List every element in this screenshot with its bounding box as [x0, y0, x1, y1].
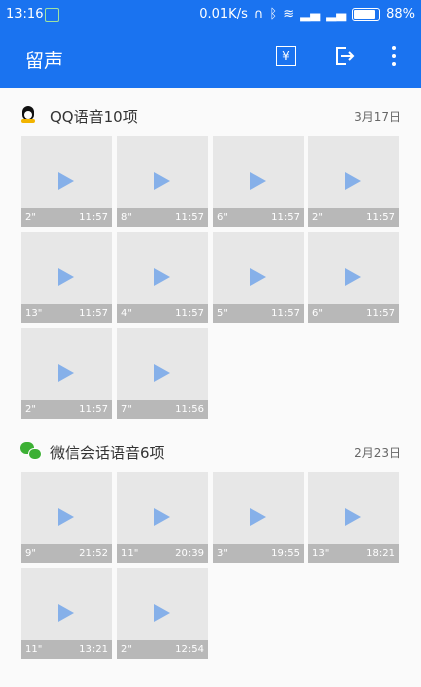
play-icon: [250, 172, 266, 190]
status-bar: 13:16 0.01K/s ∩ ᛒ ≋ ▂▄ ▂▄ 88%: [0, 0, 421, 30]
voice-tile[interactable]: 2" 11:57: [21, 328, 112, 419]
battery-icon: [352, 8, 381, 21]
voice-time: 20:39: [175, 548, 204, 559]
signal-icon: ▂▄: [300, 7, 321, 22]
play-icon: [154, 364, 170, 382]
voice-time: 11:57: [366, 308, 395, 319]
page-title: 留声: [25, 50, 64, 72]
notification-icon: [45, 8, 59, 22]
play-icon: [154, 172, 170, 190]
play-icon: [345, 172, 361, 190]
wechat-icon: [20, 442, 42, 460]
voice-duration: 13": [25, 308, 43, 319]
bluetooth-icon: ᛒ: [269, 7, 278, 22]
status-right: 0.01K/s ∩ ᛒ ≋ ▂▄ ▂▄ 88%: [199, 7, 415, 22]
voice-duration: 11": [25, 644, 43, 655]
voice-tile[interactable]: 13" 11:57: [21, 232, 112, 323]
voice-duration: 2": [25, 404, 36, 415]
voice-duration: 7": [121, 404, 132, 415]
voice-duration: 6": [217, 212, 228, 223]
voice-time: 21:52: [79, 548, 108, 559]
voice-tile[interactable]: 11" 13:21: [21, 568, 112, 659]
more-vert-icon: [392, 46, 396, 66]
qq-icon: [20, 106, 38, 124]
voice-tile[interactable]: 4" 11:57: [117, 232, 208, 323]
headphone-icon: ∩: [253, 7, 264, 22]
voice-duration: 2": [121, 644, 132, 655]
voice-time: 11:57: [79, 308, 108, 319]
voice-duration: 5": [217, 308, 228, 319]
wifi-icon: ≋: [283, 7, 295, 22]
export-button[interactable]: [330, 42, 358, 70]
voice-time: 18:21: [366, 548, 395, 559]
voice-time: 11:57: [366, 212, 395, 223]
voice-tile[interactable]: 13" 18:21: [308, 472, 399, 563]
voice-duration: 11": [121, 548, 139, 559]
play-icon: [250, 268, 266, 286]
status-time: 13:16: [6, 7, 44, 22]
voice-time: 11:57: [271, 212, 300, 223]
voice-time: 11:57: [79, 404, 108, 415]
voice-duration: 13": [312, 548, 330, 559]
play-icon: [250, 508, 266, 526]
voice-duration: 4": [121, 308, 132, 319]
payment-button[interactable]: ¥: [272, 42, 300, 70]
voice-tile[interactable]: 3" 19:55: [213, 472, 304, 563]
voice-time: 11:57: [175, 308, 204, 319]
voice-duration: 3": [217, 548, 228, 559]
more-button[interactable]: [380, 42, 408, 70]
network-speed: 0.01K/s: [199, 7, 248, 22]
voice-tile[interactable]: 7" 11:56: [117, 328, 208, 419]
play-icon: [58, 268, 74, 286]
play-icon: [58, 172, 74, 190]
play-icon: [58, 508, 74, 526]
voice-tile[interactable]: 6" 11:57: [213, 136, 304, 227]
voice-time: 11:57: [79, 212, 108, 223]
voice-time: 11:57: [175, 212, 204, 223]
voice-tile[interactable]: 8" 11:57: [117, 136, 208, 227]
voice-tile[interactable]: 9" 21:52: [21, 472, 112, 563]
voice-duration: 9": [25, 548, 36, 559]
voice-duration: 2": [312, 212, 323, 223]
voice-tile[interactable]: 2" 11:57: [308, 136, 399, 227]
group-date: 3月17日: [354, 110, 401, 124]
export-icon: [336, 47, 355, 65]
group-title: QQ语音10项: [50, 108, 138, 126]
app-bar: 留声 ¥: [0, 30, 421, 88]
group-header-qq: QQ语音10项 3月17日: [0, 96, 421, 136]
voice-time: 12:54: [175, 644, 204, 655]
voice-time: 11:57: [271, 308, 300, 319]
group-title: 微信会话语音6项: [50, 444, 165, 462]
voice-time: 19:55: [271, 548, 300, 559]
play-icon: [345, 508, 361, 526]
voice-time: 13:21: [79, 644, 108, 655]
yen-icon: ¥: [276, 46, 296, 66]
play-icon: [154, 604, 170, 622]
play-icon: [154, 268, 170, 286]
group-header-wechat: 微信会话语音6项 2月23日: [0, 432, 421, 472]
voice-duration: 8": [121, 212, 132, 223]
battery-level: 88%: [386, 7, 415, 22]
voice-list[interactable]: QQ语音10项 3月17日 2" 11:57 8" 11:57 6" 11:57 2"…: [0, 88, 421, 687]
play-icon: [154, 508, 170, 526]
voice-time: 11:56: [175, 404, 204, 415]
voice-tile[interactable]: 11" 20:39: [117, 472, 208, 563]
voice-tile[interactable]: 5" 11:57: [213, 232, 304, 323]
voice-duration: 6": [312, 308, 323, 319]
group-date: 2月23日: [354, 446, 401, 460]
signal-icon-2: ▂▄: [326, 7, 347, 22]
play-icon: [58, 604, 74, 622]
voice-duration: 2": [25, 212, 36, 223]
voice-tile[interactable]: 2" 12:54: [117, 568, 208, 659]
play-icon: [345, 268, 361, 286]
voice-tile[interactable]: 2" 11:57: [21, 136, 112, 227]
play-icon: [58, 364, 74, 382]
voice-tile[interactable]: 6" 11:57: [308, 232, 399, 323]
